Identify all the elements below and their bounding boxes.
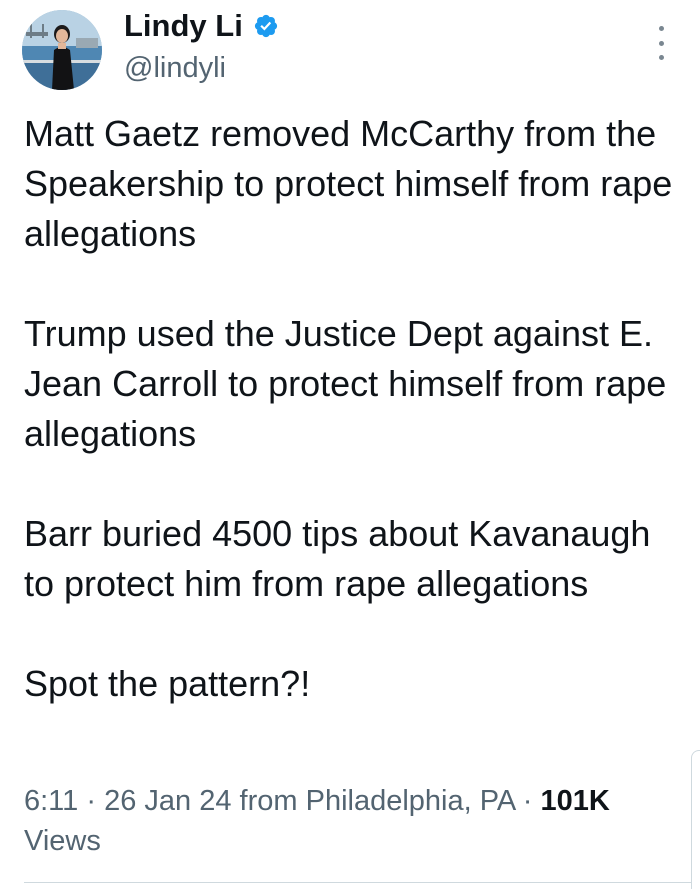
verified-badge-icon (254, 14, 277, 38)
views-count[interactable]: 101K (540, 785, 609, 817)
tweet-time[interactable]: 6:11 (24, 785, 78, 817)
author-name[interactable]: Lindy Li (124, 6, 279, 46)
scrollbar[interactable] (691, 750, 700, 889)
tweet-location: from Philadelphia, PA (239, 785, 515, 817)
more-dot (658, 40, 664, 46)
more-options-icon[interactable] (656, 26, 666, 60)
meta-separator: · (86, 785, 97, 817)
author-handle[interactable]: @lindyli (124, 50, 226, 86)
tweet-paragraph: Matt Gaetz removed McCarthy from the Spe… (24, 113, 673, 254)
avatar[interactable] (22, 10, 102, 90)
author-name-text[interactable]: Lindy Li (124, 6, 243, 46)
meta-separator: · (522, 785, 533, 817)
tweet-text: Matt Gaetz removed McCarthy from the Spe… (24, 109, 684, 709)
tweet: Lindy Li @lindyli Matt Gaetz removed McC… (0, 0, 700, 889)
avatar-photo (22, 10, 102, 90)
tweet-paragraph: Spot the pattern?! (24, 663, 311, 704)
tweet-paragraph: Trump used the Justice Dept against E. J… (24, 313, 667, 454)
tweet-meta: 6:11 · 26 Jan 24 from Philadelphia, PA ·… (24, 781, 684, 861)
tweet-paragraph: Barr buried 4500 tips about Kavanaugh to… (24, 513, 651, 604)
divider (24, 882, 700, 883)
tweet-date[interactable]: 26 Jan 24 (104, 785, 231, 817)
views-label: Views (24, 825, 101, 857)
more-dot (658, 55, 664, 60)
more-dot (658, 26, 664, 31)
